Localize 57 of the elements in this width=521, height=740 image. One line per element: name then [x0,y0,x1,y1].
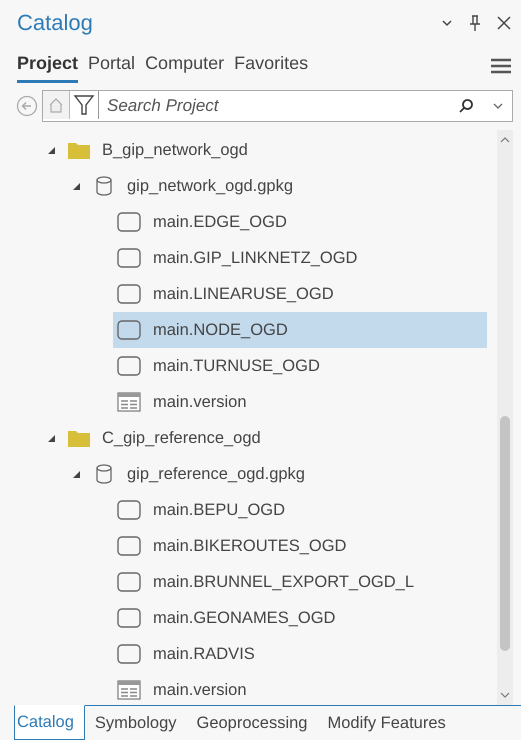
feature-class-icon [117,500,141,520]
expanded-arrow-icon[interactable] [47,434,56,442]
feature-class-icon [117,608,141,628]
feature-class-icon [117,320,141,340]
source-tab[interactable]: Project [17,49,78,83]
tree-item[interactable]: main.BRUNNEL_EXPORT_OGD_L [113,564,487,600]
tree-item[interactable]: gip_network_ogd.gpkg [127,176,294,196]
database-icon [95,176,113,196]
pane-tab[interactable]: Symbology [84,706,186,740]
feature-class-icon [117,644,141,664]
tree-item[interactable]: main.BEPU_OGD [113,492,487,528]
tree-item[interactable]: main.RADVIS [113,636,487,672]
feature-class-icon [117,572,141,592]
chevron-down-icon[interactable] [441,19,453,27]
feature-class-icon [117,212,141,232]
tree-item[interactable]: B_gip_network_ogd [102,140,248,160]
tree-item[interactable]: main.GIP_LINKNETZ_OGD [113,240,487,276]
pin-icon[interactable] [469,15,481,31]
panel-title: Catalog [17,10,93,36]
search-field[interactable]: Search Project [99,96,440,116]
tree-item[interactable]: main.GEONAMES_OGD [113,600,487,636]
folder-icon [68,429,90,447]
dropdown-icon[interactable] [492,102,504,110]
tree-item[interactable]: main.version [113,672,487,708]
pane-tab[interactable]: Geoprocessing [186,706,318,740]
table-icon [117,392,141,412]
scrollbar-thumb[interactable] [500,416,510,651]
close-icon[interactable] [497,16,511,30]
feature-class-icon [117,536,141,556]
pane-tab[interactable]: Modify Features [317,706,456,740]
expanded-arrow-icon[interactable] [72,182,81,190]
tree-item[interactable]: main.EDGE_OGD [113,204,487,240]
tree-item[interactable]: gip_reference_ogd.gpkg [127,464,305,484]
table-icon [117,680,141,700]
source-tab[interactable]: Portal [88,49,136,83]
folder-icon [68,141,90,159]
tree-item[interactable]: C_gip_reference_ogd [102,428,261,448]
source-tab[interactable]: Favorites [234,49,308,83]
scroll-down-icon[interactable] [500,692,510,699]
scrollbar[interactable] [497,130,513,705]
expanded-arrow-icon[interactable] [47,146,56,154]
menu-icon[interactable] [491,58,511,74]
database-icon [95,464,113,484]
search-icon[interactable] [458,98,474,114]
pane-tab[interactable]: Catalog [14,705,85,740]
feature-class-icon [117,284,141,304]
tree-item[interactable]: main.TURNUSE_OGD [113,348,487,384]
tree-item[interactable]: main.version [113,384,487,420]
tree-item[interactable]: main.LINEARUSE_OGD [113,276,487,312]
scroll-up-icon[interactable] [500,136,510,143]
source-tab[interactable]: Computer [145,49,224,83]
search-bar[interactable]: Search Project [42,90,513,122]
tree-item[interactable]: main.BIKEROUTES_OGD [113,528,487,564]
expanded-arrow-icon[interactable] [72,470,81,478]
tree-item[interactable]: main.NODE_OGD [113,312,487,348]
feature-class-icon [117,356,141,376]
feature-class-icon [117,248,141,268]
